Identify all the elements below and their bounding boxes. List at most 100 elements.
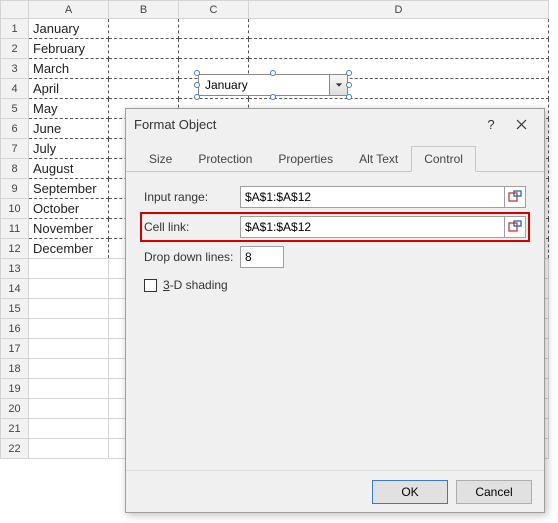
cell[interactable]	[109, 59, 179, 79]
cell[interactable]	[249, 39, 549, 59]
dialog-body: Input range: Cell link: Drop down lines:…	[126, 172, 544, 470]
range-picker-icon	[508, 190, 522, 204]
resize-handle[interactable]	[346, 82, 352, 88]
row-header[interactable]: 21	[1, 419, 29, 439]
input-range-field[interactable]	[240, 186, 505, 208]
row-header[interactable]: 3	[1, 59, 29, 79]
cell[interactable]	[109, 19, 179, 39]
cell[interactable]: June	[29, 119, 109, 139]
col-header-C[interactable]: C	[179, 1, 249, 19]
resize-handle[interactable]	[270, 70, 276, 76]
ok-button[interactable]: OK	[372, 480, 448, 504]
cell[interactable]: September	[29, 179, 109, 199]
dropdown-value: January	[199, 78, 329, 92]
dropdown-lines-field[interactable]	[240, 246, 284, 268]
row-header[interactable]: 10	[1, 199, 29, 219]
shading-label: 3-D shading	[163, 278, 228, 292]
resize-handle[interactable]	[346, 94, 352, 100]
cell[interactable]: January	[29, 19, 109, 39]
cell-link-field[interactable]	[240, 216, 505, 238]
cell-link-row: Cell link:	[144, 216, 526, 238]
cell[interactable]	[29, 279, 109, 299]
dialog-tabs: Size Protection Properties Alt Text Cont…	[126, 139, 544, 172]
cell[interactable]: August	[29, 159, 109, 179]
tab-size[interactable]: Size	[136, 146, 185, 172]
help-button[interactable]: ?	[476, 113, 506, 135]
cell[interactable]: July	[29, 139, 109, 159]
row-header[interactable]: 2	[1, 39, 29, 59]
close-button[interactable]	[506, 113, 536, 135]
cell[interactable]	[179, 39, 249, 59]
resize-handle[interactable]	[346, 70, 352, 76]
row-header[interactable]: 19	[1, 379, 29, 399]
row-header[interactable]: 17	[1, 339, 29, 359]
cell[interactable]: December	[29, 239, 109, 259]
tab-protection[interactable]: Protection	[185, 146, 265, 172]
cell[interactable]	[29, 379, 109, 399]
dialog-title: Format Object	[134, 117, 476, 132]
cell[interactable]: March	[29, 59, 109, 79]
cell[interactable]	[29, 399, 109, 419]
cell[interactable]: February	[29, 39, 109, 59]
row-header[interactable]: 4	[1, 79, 29, 99]
col-header-D[interactable]: D	[249, 1, 549, 19]
dropdown-form-control[interactable]: January	[198, 74, 348, 96]
cancel-button[interactable]: Cancel	[456, 480, 532, 504]
cell[interactable]	[109, 39, 179, 59]
cell[interactable]	[29, 339, 109, 359]
cell[interactable]	[29, 259, 109, 279]
format-object-dialog: Format Object ? Size Protection Properti…	[125, 108, 545, 513]
tab-properties[interactable]: Properties	[265, 146, 346, 172]
select-all-corner[interactable]	[1, 1, 29, 19]
col-header-A[interactable]: A	[29, 1, 109, 19]
dialog-titlebar[interactable]: Format Object ?	[126, 109, 544, 139]
dropdown-lines-row: Drop down lines:	[144, 246, 526, 268]
table-row: 2February	[1, 39, 549, 59]
cell[interactable]	[29, 439, 109, 459]
dropdown-arrow-button[interactable]	[329, 75, 347, 95]
row-header[interactable]: 1	[1, 19, 29, 39]
chevron-down-icon	[335, 81, 343, 89]
shading-row: 3-D shading	[144, 278, 526, 292]
cell[interactable]	[249, 19, 549, 39]
cell[interactable]	[179, 19, 249, 39]
cell[interactable]	[29, 359, 109, 379]
row-header[interactable]: 18	[1, 359, 29, 379]
tab-control[interactable]: Control	[411, 146, 476, 172]
cell-link-picker-button[interactable]	[504, 216, 526, 238]
resize-handle[interactable]	[194, 70, 200, 76]
cell[interactable]: May	[29, 99, 109, 119]
resize-handle[interactable]	[194, 94, 200, 100]
cell[interactable]: October	[29, 199, 109, 219]
row-header[interactable]: 6	[1, 119, 29, 139]
shading-checkbox[interactable]	[144, 279, 157, 292]
cell-link-label: Cell link:	[144, 220, 240, 234]
row-header[interactable]: 15	[1, 299, 29, 319]
shading-label-text: -D shading	[170, 278, 228, 292]
cell[interactable]: November	[29, 219, 109, 239]
resize-handle[interactable]	[194, 82, 200, 88]
row-header[interactable]: 9	[1, 179, 29, 199]
row-header[interactable]: 13	[1, 259, 29, 279]
close-icon	[516, 119, 527, 130]
input-range-label: Input range:	[144, 190, 240, 204]
cell[interactable]	[29, 319, 109, 339]
row-header[interactable]: 7	[1, 139, 29, 159]
col-header-B[interactable]: B	[109, 1, 179, 19]
row-header[interactable]: 20	[1, 399, 29, 419]
row-header[interactable]: 22	[1, 439, 29, 459]
row-header[interactable]: 5	[1, 99, 29, 119]
tab-alttext[interactable]: Alt Text	[346, 146, 411, 172]
row-header[interactable]: 8	[1, 159, 29, 179]
cell-link-highlight: Cell link:	[140, 212, 530, 242]
row-header[interactable]: 12	[1, 239, 29, 259]
row-header[interactable]: 11	[1, 219, 29, 239]
input-range-picker-button[interactable]	[504, 186, 526, 208]
cell[interactable]: April	[29, 79, 109, 99]
cell[interactable]	[29, 419, 109, 439]
row-header[interactable]: 16	[1, 319, 29, 339]
cell[interactable]	[109, 79, 179, 99]
row-header[interactable]: 14	[1, 279, 29, 299]
cell[interactable]	[29, 299, 109, 319]
resize-handle[interactable]	[270, 94, 276, 100]
